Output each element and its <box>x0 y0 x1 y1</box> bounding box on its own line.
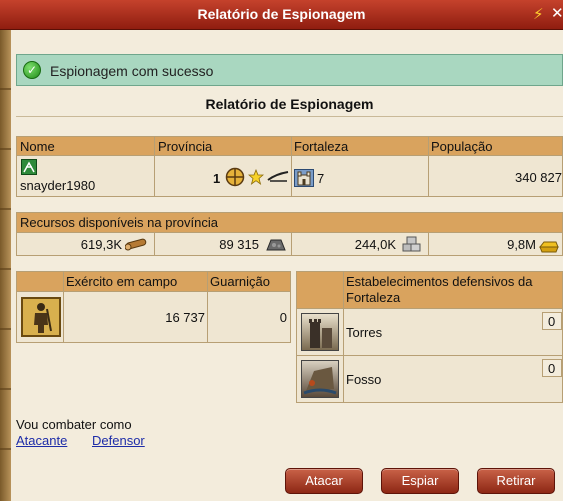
resource-stone: 244,0K <box>291 232 429 256</box>
defenses-header-blank <box>296 271 344 309</box>
header-name: Nome <box>16 136 155 156</box>
defense-icon-cell-moat <box>296 355 344 403</box>
header-population: População <box>428 136 563 156</box>
resource-wood: 619,3K <box>16 232 155 256</box>
combat-prompt: Vou combater como <box>16 417 132 432</box>
army-field-cell: 16 737 <box>63 291 208 343</box>
retreat-button[interactable]: Retirar <box>477 468 555 494</box>
army-header-blank <box>16 271 64 292</box>
soldier-icon <box>21 297 61 337</box>
left-frame <box>0 30 11 501</box>
defender-link[interactable]: Defensor <box>92 433 145 448</box>
star-icon <box>247 168 265 186</box>
defense-row-towers: Torres 0 <box>343 308 563 356</box>
header-province: Província <box>154 136 292 156</box>
spy-button[interactable]: Espiar <box>381 468 459 494</box>
target-province-cell: 1 <box>154 155 292 197</box>
checkmark-icon: ✓ <box>23 61 41 79</box>
target-fortress-cell: 7 <box>291 155 429 197</box>
army-header-field: Exército em campo <box>63 271 208 292</box>
moat-level-cell: 0 <box>542 359 562 377</box>
army-header-garrison: Guarnição <box>207 271 291 292</box>
defense-icon-cell-towers <box>296 308 344 356</box>
tower-icon <box>301 313 339 351</box>
player-name-link[interactable]: snayder1980 <box>20 178 95 193</box>
player-avatar-icon <box>21 159 37 175</box>
moat-icon <box>301 360 339 398</box>
header-fortress: Fortaleza <box>291 136 429 156</box>
iron-icon <box>265 237 287 251</box>
gold-icon <box>538 237 559 253</box>
stone-icon <box>402 236 422 252</box>
army-garrison-cell: 0 <box>207 291 291 343</box>
attack-button[interactable]: Atacar <box>285 468 363 494</box>
attacker-link[interactable]: Atacante <box>16 433 67 448</box>
success-banner: ✓ Espionagem com sucesso <box>16 54 563 86</box>
resources-header: Recursos disponíveis na província <box>16 212 563 233</box>
defense-row-moat: Fosso 0 <box>343 355 563 403</box>
window-titlebar: Relatório de Espionagem ⚡ ✕ <box>0 0 563 30</box>
wood-icon <box>124 236 147 252</box>
fortress-icon <box>294 169 314 187</box>
target-name-cell: snayder1980 <box>16 155 155 197</box>
army-icon-cell <box>16 291 64 343</box>
divider <box>16 116 563 117</box>
resource-gold: 9,8M <box>428 232 563 256</box>
success-message: Espionagem com sucesso <box>50 63 214 79</box>
crosshair-icon <box>225 167 245 187</box>
lightning-icon[interactable]: ⚡ <box>533 5 544 23</box>
target-population-cell: 340 827 <box>428 155 563 197</box>
close-icon[interactable]: ✕ <box>551 4 563 22</box>
road-icon <box>267 170 289 182</box>
resource-iron: 89 315 <box>154 232 292 256</box>
towers-level-cell: 0 <box>542 312 562 330</box>
window-title: Relatório de Espionagem <box>197 6 366 22</box>
report-title: Relatório de Espionagem <box>205 96 374 112</box>
defenses-header: Estabelecimentos defensivos da Fortaleza <box>343 271 563 309</box>
